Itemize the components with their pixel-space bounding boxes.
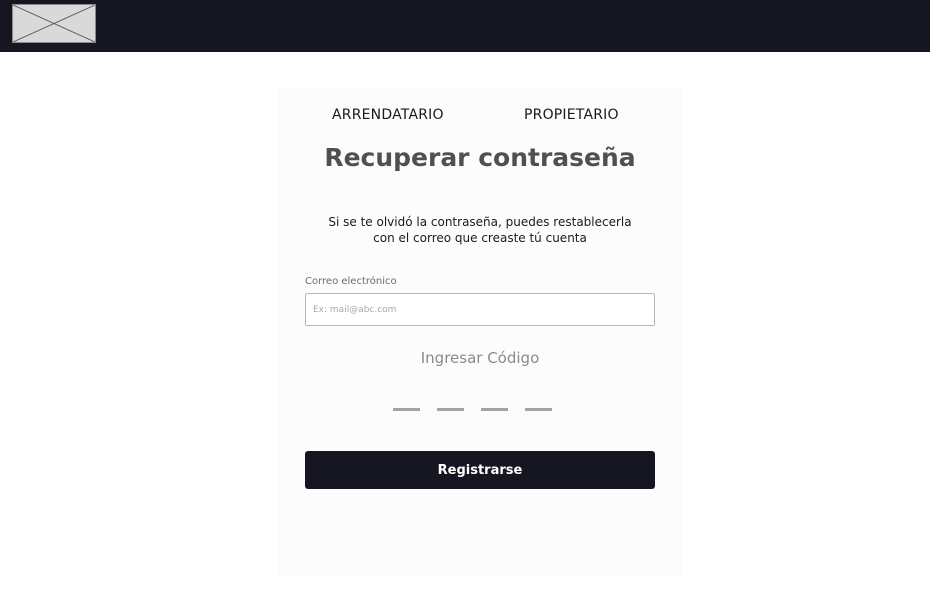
code-input-group — [393, 408, 573, 412]
email-field-label: Correo electrónico — [305, 276, 397, 287]
password-recovery-card: ARRENDATARIO PROPIETARIO Recuperar contr… — [278, 88, 682, 576]
code-digit-2[interactable] — [437, 408, 464, 411]
code-digit-4[interactable] — [525, 408, 552, 411]
tab-tenant[interactable]: ARRENDATARIO — [332, 107, 444, 123]
code-label: Ingresar Código — [420, 349, 540, 367]
instructions-line-2: con el correo que creaste tú cuenta — [373, 231, 587, 245]
register-button[interactable]: Registrarse — [305, 451, 655, 489]
tab-owner[interactable]: PROPIETARIO — [524, 107, 619, 123]
instructions-line-1: Si se te olvidó la contraseña, puedes re… — [328, 215, 632, 229]
logo-placeholder-icon[interactable] — [12, 4, 96, 43]
top-bar — [0, 0, 930, 52]
email-field[interactable] — [305, 293, 655, 326]
code-digit-1[interactable] — [393, 408, 420, 411]
instructions-text: Si se te olvidó la contraseña, puedes re… — [278, 214, 682, 246]
page-title: Recuperar contraseña — [324, 143, 636, 172]
code-digit-3[interactable] — [481, 408, 508, 411]
